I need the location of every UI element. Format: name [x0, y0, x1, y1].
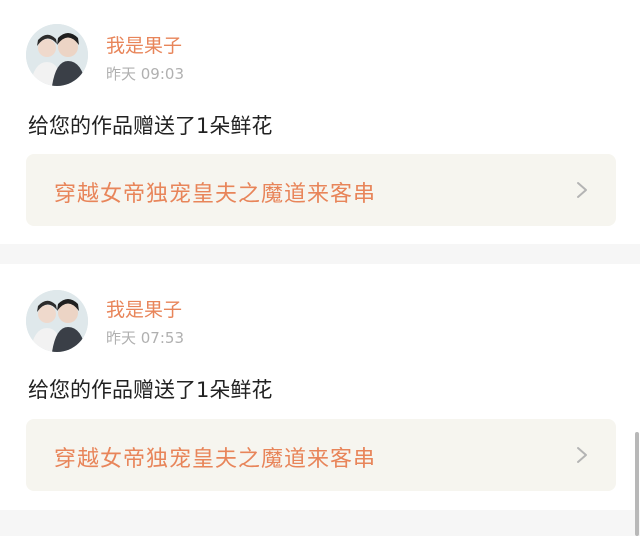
avatar-two-people-icon	[26, 290, 88, 352]
work-link[interactable]: 穿越女帝独宠皇夫之魔道来客串	[26, 154, 616, 226]
scrollbar[interactable]	[635, 432, 639, 536]
work-title: 穿越女帝独宠皇夫之魔道来客串	[54, 447, 377, 472]
notification-message: 给您的作品赠送了1朵鲜花	[28, 378, 273, 402]
work-title: 穿越女帝独宠皇夫之魔道来客串	[54, 182, 377, 207]
avatar[interactable]	[26, 290, 88, 352]
avatar[interactable]	[26, 24, 88, 86]
chevron-right-icon	[577, 447, 587, 463]
notification-message: 给您的作品赠送了1朵鲜花	[28, 114, 273, 138]
work-link[interactable]: 穿越女帝独宠皇夫之魔道来客串	[26, 419, 616, 491]
notification-card: 我是果子 昨天 09:03 给您的作品赠送了1朵鲜花 穿越女帝独宠皇夫之魔道来客…	[0, 0, 640, 244]
notification-feed: 我是果子 昨天 09:03 给您的作品赠送了1朵鲜花 穿越女帝独宠皇夫之魔道来客…	[0, 0, 640, 536]
username[interactable]: 我是果子	[106, 31, 182, 58]
avatar-two-people-icon	[26, 24, 88, 86]
notification-card: 我是果子 昨天 07:53 给您的作品赠送了1朵鲜花 穿越女帝独宠皇夫之魔道来客…	[0, 264, 640, 510]
chevron-right-icon	[577, 182, 587, 198]
timestamp: 昨天 07:53	[106, 329, 184, 347]
timestamp: 昨天 09:03	[106, 65, 184, 83]
username[interactable]: 我是果子	[106, 295, 182, 322]
